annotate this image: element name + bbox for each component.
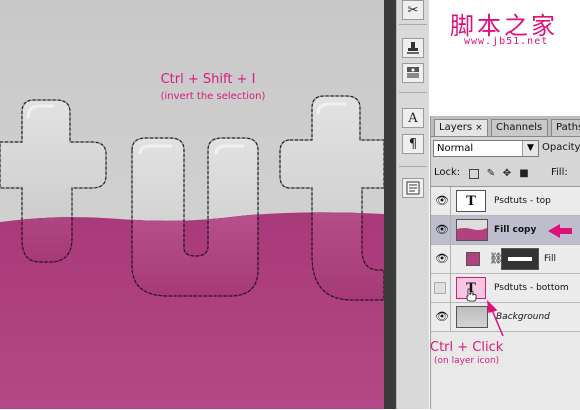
layer-name: Psdtuts - bottom (494, 283, 569, 293)
eye-icon[interactable]: 👁 (435, 253, 449, 265)
row-divider (450, 245, 451, 274)
lock-label: Lock: (434, 167, 461, 178)
tool-panel: ✂ A ¶ (396, 0, 429, 409)
pilcrow-icon[interactable]: ¶ (402, 134, 424, 154)
layer-row-fill[interactable]: 👁 ⛓ Fill (431, 245, 580, 274)
canvas-artwork (0, 0, 384, 409)
tab-layers[interactable]: Layers × (434, 119, 488, 136)
close-icon[interactable]: × (475, 123, 483, 133)
fill-color-swatch[interactable] (466, 252, 480, 266)
click-annotation-description: (on layer icon) (434, 356, 500, 366)
visibility-toggle[interactable] (434, 282, 446, 294)
row-divider (450, 216, 451, 245)
layer-row-psdtuts-bottom[interactable]: T Psdtuts - bottom (431, 274, 580, 303)
row-divider (450, 187, 451, 216)
layer-row-background[interactable]: 👁 Background (431, 303, 580, 332)
eye-icon[interactable]: 👁 (435, 224, 449, 236)
layer-mask-thumbnail[interactable] (501, 248, 539, 270)
layer-name: Background (496, 312, 550, 322)
panel-tabs: Layers× Channels Paths (431, 116, 580, 137)
chevron-down-icon[interactable]: ▼ (522, 141, 538, 156)
eye-icon[interactable]: 👁 (435, 195, 449, 207)
layer-name: Fill copy (494, 225, 537, 235)
lock-move-icon[interactable]: ✥ (502, 169, 512, 179)
history-brush-icon[interactable] (402, 63, 424, 83)
tool-separator (399, 24, 427, 25)
document-canvas[interactable]: Ctrl + Shift + I (invert the selection) (0, 0, 384, 409)
hand-cursor-icon (466, 288, 477, 302)
watermark-url: www.jb51.net (464, 36, 549, 47)
tab-channels[interactable]: Channels (491, 119, 548, 136)
mask-shape (508, 257, 532, 261)
lock-brush-icon[interactable]: ✎ (486, 169, 496, 179)
row-divider (450, 274, 451, 303)
lock-row: Lock: ✎ ✥ ■ Fill: (431, 166, 580, 182)
tab-layers-label: Layers (439, 122, 473, 133)
layer-thumbnail[interactable] (456, 219, 488, 241)
shortcut-annotation: Ctrl + Shift + I (160, 72, 256, 87)
layer-row-fill-copy[interactable]: 👁 Fill copy (431, 216, 580, 245)
shortcut-annotation-description: (invert the selection) (160, 91, 266, 102)
click-annotation: Ctrl + Click (430, 340, 504, 355)
blend-mode-select[interactable]: Normal ▼ (433, 140, 539, 157)
scissors-icon[interactable]: ✂ (402, 0, 424, 20)
tool-separator (399, 166, 427, 167)
eye-icon[interactable]: 👁 (435, 311, 449, 323)
layers-list: 👁 T Psdtuts - top 👁 Fill copy 👁 ⛓ Fill T… (431, 186, 580, 410)
site-watermark: 脚本之家 www.jb51.net (430, 0, 580, 110)
lock-transparency-icon[interactable] (469, 169, 479, 179)
opacity-label: Opacity: (542, 142, 580, 153)
layer-thumbnail[interactable] (456, 306, 488, 328)
panel-divider[interactable] (384, 0, 396, 409)
row-divider (450, 303, 451, 332)
fill-label: Fill: (551, 167, 568, 178)
clone-stamp-icon[interactable] (402, 38, 424, 58)
type-tool-icon[interactable]: A (402, 108, 424, 128)
layer-row-psdtuts-top[interactable]: 👁 T Psdtuts - top (431, 187, 580, 216)
blend-mode-value: Normal (437, 143, 474, 154)
tab-paths[interactable]: Paths (551, 119, 580, 136)
tab-channels-label: Channels (496, 122, 543, 133)
layer-name: Psdtuts - top (494, 196, 551, 206)
notes-icon[interactable] (402, 178, 424, 198)
tool-separator (399, 92, 427, 93)
lock-all-icon[interactable]: ■ (519, 169, 529, 179)
tab-paths-label: Paths (556, 122, 580, 133)
layer-name: Fill (544, 254, 557, 264)
text-layer-thumbnail[interactable]: T (456, 190, 486, 212)
